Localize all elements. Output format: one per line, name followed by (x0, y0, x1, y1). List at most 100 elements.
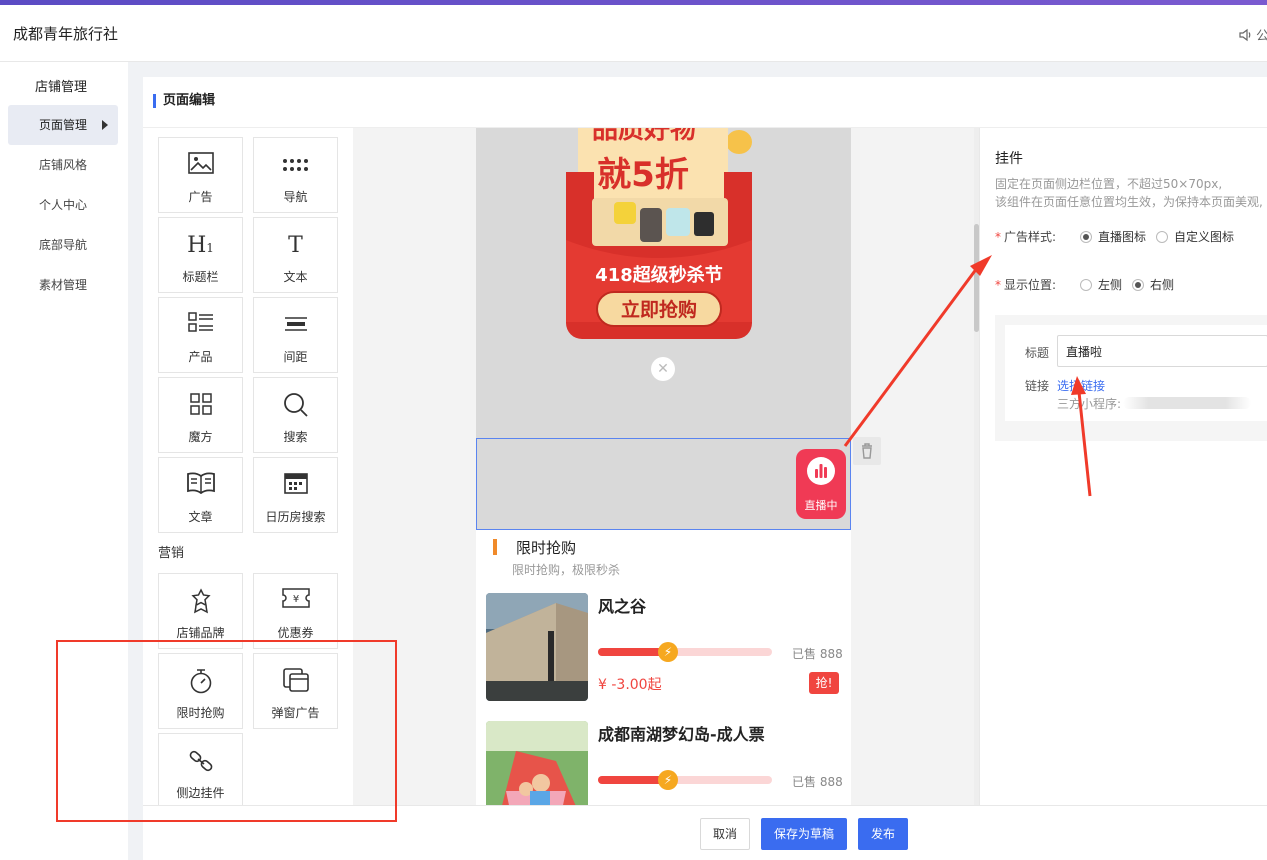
select-link-button[interactable]: 选择链接 (1057, 377, 1105, 394)
radio-custom-icon[interactable]: 自定义图标 (1156, 228, 1234, 245)
settings-description-line-1: 固定在页面侧边栏位置，不超过50×70px, (995, 177, 1223, 191)
close-icon[interactable]: ✕ (651, 357, 675, 381)
component-label: 文章 (188, 510, 213, 524)
sidebar-item-label: 素材管理 (39, 278, 88, 292)
radio-left[interactable]: 左侧 (1080, 276, 1122, 293)
component-label: 店铺品牌 (176, 626, 225, 640)
stopwatch-icon (159, 668, 242, 696)
promo-poster: 品质好物 就5折 418超级秒杀节 立即抢购 (566, 128, 752, 339)
product-name: 成都南湖梦幻岛-成人票 (598, 725, 765, 744)
required-mark: * (995, 278, 1001, 292)
component-magic-cube[interactable]: 魔方 (158, 377, 243, 453)
radio-checked-icon (1132, 279, 1144, 291)
lightning-icon: ⚡ (658, 642, 678, 662)
component-label: 搜索 (283, 430, 308, 444)
live-bars-icon (807, 457, 835, 485)
live-badge-label: 直播中 (804, 499, 838, 512)
heading-icon: H1 (187, 233, 214, 258)
link-field-label: 链接 (1025, 379, 1050, 393)
product-image (486, 721, 588, 805)
component-text[interactable]: T 文本 (253, 217, 338, 293)
sidebar: 店铺管理 页面管理 店铺风格 个人中心 底部导航 素材管理 (0, 62, 128, 860)
page-editor-panel: 页面编辑 广告 导航 H1 标题栏 T 文本 产品 间距 魔方 搜索 文章 日历… (143, 77, 1267, 860)
sidebar-item-label: 个人中心 (39, 198, 88, 212)
grab-button[interactable]: 抢! (809, 672, 839, 694)
poster-headline-1: 品质好物 (592, 128, 696, 145)
component-label: 优惠券 (277, 626, 314, 640)
component-ad[interactable]: 广告 (158, 137, 243, 213)
cancel-button[interactable]: 取消 (700, 818, 751, 850)
delete-component-button[interactable] (853, 437, 881, 465)
component-label: 间距 (283, 350, 308, 364)
save-draft-button[interactable]: 保存为草稿 (761, 818, 848, 850)
title-input[interactable] (1057, 335, 1267, 367)
component-label: 侧边挂件 (176, 786, 225, 800)
coupon-icon: ¥ (254, 588, 337, 616)
flash-sale-accent (493, 539, 497, 555)
component-label: 产品 (188, 350, 213, 364)
settings-title: 挂件 (995, 151, 1023, 167)
settings-description-line-2: 该组件在页面任意位置均生效，为保持本页面美观, (995, 195, 1263, 209)
radio-label: 直播图标 (1098, 230, 1147, 244)
sold-progress-track: ⚡ (598, 770, 772, 790)
radio-right[interactable]: 右侧 (1132, 276, 1174, 293)
component-product[interactable]: 产品 (158, 297, 243, 373)
component-calendar-search[interactable]: 日历房搜索 (253, 457, 338, 533)
publish-button[interactable]: 发布 (858, 818, 909, 850)
product-image (486, 593, 588, 701)
poster-festival: 418超级秒杀节 (595, 264, 723, 286)
sidebar-item-store-style[interactable]: 店铺风格 (8, 145, 118, 185)
widget-settings-panel: 挂件 固定在页面侧边栏位置，不超过50×70px, 该组件在页面任意位置均生效，… (979, 128, 1267, 805)
caret-right-icon (102, 120, 108, 130)
list-icon (159, 312, 242, 340)
component-search[interactable]: 搜索 (253, 377, 338, 453)
book-icon (159, 472, 242, 500)
component-article[interactable]: 文章 (158, 457, 243, 533)
product-card[interactable]: 成都南湖梦幻岛-成人票 ⚡ 已售 888 (486, 721, 846, 805)
component-store-brand[interactable]: 店铺品牌 (158, 573, 243, 649)
announcement[interactable]: 公 (1238, 25, 1267, 44)
phone-preview: 品质好物 就5折 418超级秒杀节 立即抢购 ✕ 直播中 限时抢购 限时抢购，极… (476, 128, 851, 805)
component-title-bar[interactable]: H1 标题栏 (158, 217, 243, 293)
popup-ad-area[interactable]: 品质好物 就5折 418超级秒杀节 立即抢购 ✕ (476, 128, 851, 438)
trash-icon (862, 443, 872, 459)
widget-item-card: 标题 链接 选择链接 三方小程序: (995, 315, 1267, 441)
component-label: 文本 (283, 270, 308, 284)
redacted-value (1123, 397, 1251, 409)
dots-grid-icon (254, 152, 337, 180)
radio-live-icon[interactable]: 直播图标 (1080, 228, 1146, 245)
component-flash-sale[interactable]: 限时抢购 (158, 653, 243, 729)
sidebar-item-materials[interactable]: 素材管理 (8, 265, 118, 305)
sidebar-item-label: 底部导航 (39, 238, 88, 252)
calendar-icon (254, 472, 337, 500)
panel-title: 页面编辑 (153, 94, 215, 108)
sidebar-item-personal-center[interactable]: 个人中心 (8, 185, 118, 225)
side-widget-area[interactable]: 直播中 (476, 438, 851, 530)
component-nav[interactable]: 导航 (253, 137, 338, 213)
product-card[interactable]: 风之谷 ⚡ 已售 888 ¥ -3.00起 抢! (486, 593, 846, 703)
sidebar-item-page-management[interactable]: 页面管理 (8, 105, 118, 145)
component-spacing[interactable]: 间距 (253, 297, 338, 373)
radio-label: 左侧 (1098, 278, 1123, 292)
sidebar-item-bottom-nav[interactable]: 底部导航 (8, 225, 118, 265)
popup-window-icon (254, 668, 337, 696)
component-side-widget[interactable]: 侧边挂件 (158, 733, 243, 805)
product-price: ¥ -3.00起 (598, 677, 662, 693)
flash-sale-subtitle: 限时抢购，极限秒杀 (512, 563, 621, 577)
live-badge[interactable]: 直播中 (796, 449, 846, 519)
link-chain-icon (159, 748, 242, 776)
radio-label: 右侧 (1150, 278, 1175, 292)
spacing-icon (254, 312, 337, 340)
lightning-icon: ⚡ (658, 770, 678, 790)
brand-title: 成都青年旅行社 (13, 25, 119, 43)
radio-unchecked-icon (1156, 231, 1168, 243)
sold-count: 已售 888 (792, 775, 843, 789)
announcement-label: 公 (1256, 29, 1267, 44)
marketing-group-label: 营销 (158, 546, 185, 561)
badge-star-icon (159, 588, 242, 616)
component-popup-ad[interactable]: 弹窗广告 (253, 653, 338, 729)
component-coupon[interactable]: ¥ 优惠券 (253, 573, 338, 649)
radio-checked-icon (1080, 231, 1092, 243)
speaker-icon (1239, 28, 1251, 42)
image-icon (159, 152, 242, 180)
